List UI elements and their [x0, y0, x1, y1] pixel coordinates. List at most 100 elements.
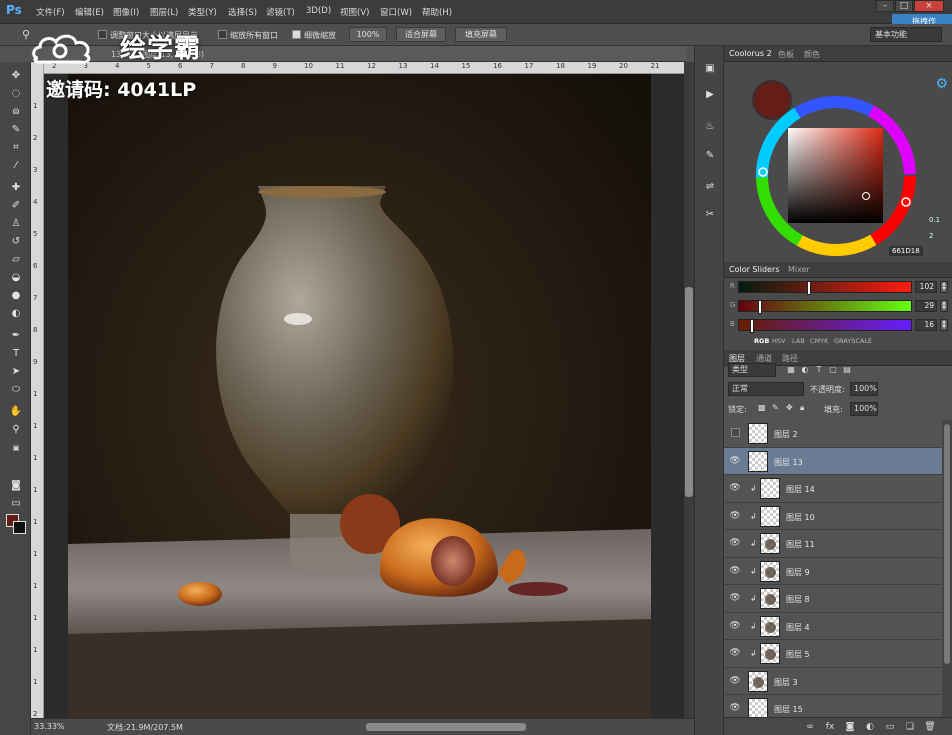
slider-spin-r[interactable]: ▲ ▼ — [940, 281, 948, 293]
layer-name[interactable]: 图层 9 — [786, 567, 810, 578]
mode-hsv[interactable]: HSV — [772, 337, 785, 345]
layer-thumbnail[interactable] — [748, 670, 768, 692]
marquee-tool-icon[interactable]: ◌ — [7, 86, 25, 102]
slider-handle-g[interactable] — [758, 300, 763, 314]
layer-thumbnail[interactable] — [748, 423, 768, 444]
background-color-swatch[interactable] — [13, 521, 26, 534]
layer-name[interactable]: 图层 2 — [774, 429, 798, 440]
pen-tool-icon[interactable]: ✒ — [7, 328, 25, 344]
layer-thumbnail[interactable] — [760, 478, 780, 499]
quick-select-tool-icon[interactable]: ✎ — [7, 122, 25, 138]
menu-image[interactable]: 图像(I) — [113, 6, 139, 18]
history-brush-tool-icon[interactable]: ↺ — [7, 234, 25, 250]
delete-layer-icon[interactable]: 🗑︎ — [924, 721, 936, 733]
opacity-input[interactable]: 100% — [850, 382, 878, 396]
zoom-level[interactable]: 33.33% — [34, 722, 65, 731]
quick-mask-icon[interactable]: ◙ — [7, 478, 25, 494]
menu-file[interactable]: 文件(F) — [36, 6, 65, 18]
tab-color-sliders[interactable]: Color Sliders — [729, 265, 779, 274]
fit-screen-button[interactable]: 适合屏幕 — [396, 27, 446, 42]
layer-row[interactable]: 👁︎ 图层 15 — [724, 695, 942, 717]
shape-tool-icon[interactable]: ⬭ — [7, 382, 25, 398]
tab-color[interactable]: 颜色 — [804, 49, 820, 60]
mode-grayscale[interactable]: GRAYSCALE — [834, 337, 872, 345]
tab-coolorus[interactable]: Coolorus 2 — [729, 49, 772, 58]
layer-row[interactable]: 👁︎ ↲ 图层 10 — [724, 502, 942, 530]
actions-panel-icon[interactable]: ▶ — [702, 88, 718, 102]
color-wheel[interactable] — [754, 94, 919, 259]
artwork-canvas[interactable] — [68, 74, 651, 718]
layer-name[interactable]: 图层 14 — [786, 484, 815, 495]
brush-presets-panel-icon[interactable]: ♨ — [702, 120, 718, 134]
layer-thumbnail[interactable] — [760, 533, 780, 554]
layer-row[interactable]: 👁︎ ↲ 图层 5 — [724, 640, 942, 668]
layer-name[interactable]: 图层 4 — [786, 622, 810, 633]
new-layer-icon[interactable]: ❏ — [904, 721, 916, 733]
layer-name[interactable]: 图层 5 — [786, 649, 810, 660]
zoom-all-checkbox[interactable] — [218, 30, 227, 39]
layer-name[interactable]: 图层 15 — [774, 704, 803, 715]
slider-value-g[interactable]: 29 — [915, 300, 937, 312]
slider-spin-b[interactable]: ▲ ▼ — [940, 319, 948, 331]
slider-track-g[interactable] — [738, 300, 912, 314]
eraser-tool-icon[interactable]: ▱ — [7, 252, 25, 268]
layer-style-icon[interactable]: fx — [824, 721, 836, 733]
eye-icon[interactable]: 👁︎ — [729, 538, 741, 548]
maximize-button[interactable]: □ — [895, 0, 913, 12]
crop-tool-icon[interactable]: ⌗ — [7, 140, 25, 156]
workspace-select[interactable]: 基本功能 — [870, 27, 942, 42]
eye-icon[interactable]: 👁︎ — [729, 566, 741, 576]
blend-mode-select[interactable]: 正常 — [728, 382, 804, 396]
link-layers-icon[interactable]: ∞ — [804, 721, 816, 733]
layer-row[interactable]: 图层 2 — [724, 420, 942, 448]
hex-value[interactable]: 661D18 — [889, 246, 923, 256]
zoom-100-button[interactable]: 100% — [349, 27, 387, 42]
layer-name[interactable]: 图层 8 — [786, 594, 810, 605]
slider-handle-b[interactable] — [749, 319, 754, 333]
brush-tool-icon[interactable]: ✐ — [7, 198, 25, 214]
layer-thumbnail[interactable] — [760, 615, 780, 637]
layer-row[interactable]: 👁︎ ↲ 图层 8 — [724, 585, 942, 613]
layer-row[interactable]: 👁︎ ↲ 图层 4 — [724, 612, 942, 640]
layer-thumbnail[interactable] — [760, 560, 780, 582]
paint-bucket-tool-icon[interactable]: ◒ — [7, 270, 25, 286]
layer-row[interactable]: 👁︎ ↲ 图层 9 — [724, 557, 942, 585]
layers-scrollbar[interactable] — [942, 420, 952, 717]
tab-swatches[interactable]: 色板 — [778, 49, 794, 60]
tab-mixer[interactable]: Mixer — [788, 265, 810, 274]
path-select-tool-icon[interactable]: ➤ — [7, 364, 25, 380]
menu-type[interactable]: 类型(Y) — [188, 6, 217, 18]
eye-icon[interactable]: 👁︎ — [729, 593, 741, 603]
zoom-icon[interactable]: ⚲ — [22, 28, 30, 41]
menu-select[interactable]: 选择(S) — [228, 6, 257, 18]
healing-brush-tool-icon[interactable]: ✚ — [7, 180, 25, 196]
lasso-tool-icon[interactable]: ɷ — [7, 104, 25, 120]
layer-row[interactable]: 👁︎ ↲ 图层 14 — [724, 475, 942, 503]
eye-icon[interactable]: 👁︎ — [729, 703, 741, 713]
slider-handle-r[interactable] — [807, 281, 811, 295]
fill-input[interactable]: 100% — [850, 402, 878, 416]
layer-thumbnail[interactable] — [760, 643, 780, 664]
vertical-scrollbar[interactable] — [684, 62, 694, 718]
layer-thumbnail[interactable] — [760, 588, 780, 609]
shape-filter-icon[interactable]: ▢ — [828, 365, 838, 375]
eye-icon[interactable]: 👁︎ — [729, 483, 741, 493]
menu-layer[interactable]: 图层(L) — [150, 6, 178, 18]
menu-help[interactable]: 帮助(H) — [422, 6, 452, 18]
layer-row[interactable]: 👁︎ 图层 13 — [724, 447, 942, 475]
move-tool-icon[interactable]: ✥ — [7, 68, 25, 84]
menu-view[interactable]: 视图(V) — [340, 6, 369, 18]
horizontal-scroll-thumb[interactable] — [366, 723, 526, 731]
tool-presets-panel-icon[interactable]: ✂ — [702, 208, 718, 222]
vertical-scroll-thumb[interactable] — [685, 287, 693, 497]
dodge-tool-icon[interactable]: ◐ — [7, 306, 25, 322]
adjustment-layer-icon[interactable]: ◐ — [864, 721, 876, 733]
zoom-tool-icon[interactable]: ⚲ — [7, 422, 25, 438]
smart-object-filter-icon[interactable]: ▤ — [842, 365, 852, 375]
slider-track-b[interactable] — [738, 319, 912, 333]
slider-spin-g[interactable]: ▲ ▼ — [940, 300, 948, 312]
layer-name[interactable]: 图层 10 — [786, 512, 815, 523]
lock-transparent-icon[interactable]: ▩ — [758, 403, 766, 412]
pixel-filter-icon[interactable]: ▦ — [786, 365, 796, 375]
mode-lab[interactable]: LAB — [792, 337, 805, 345]
